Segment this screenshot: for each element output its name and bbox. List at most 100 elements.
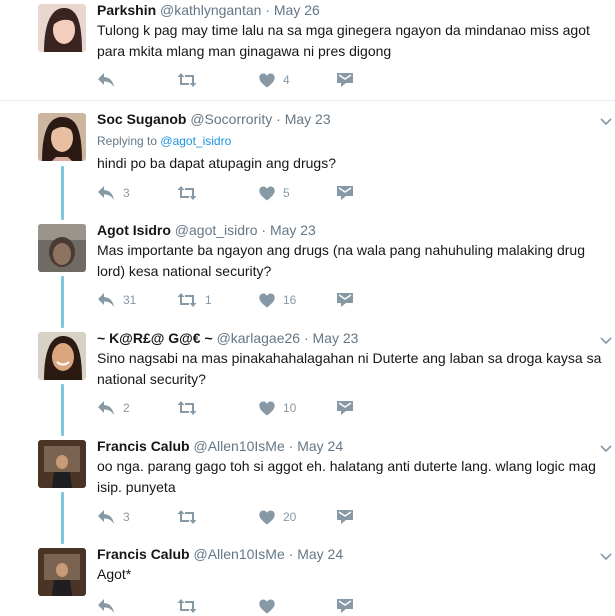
reply-button[interactable] — [97, 70, 123, 90]
display-name[interactable]: Agot Isidro — [97, 222, 171, 238]
tweet-options-button[interactable] — [599, 550, 613, 564]
tweet-date[interactable]: May 23 — [285, 111, 331, 127]
chevron-down-icon — [600, 118, 612, 126]
tweet-text: Tulong k pag may time lalu na sa mga gin… — [97, 22, 590, 59]
separator-dot: · — [303, 330, 309, 346]
tweet: ~ K@R£@ G@€ ~ @karlagae26 · May 23 Sino … — [0, 326, 615, 434]
reply-button[interactable]: 3 — [97, 507, 130, 527]
display-name[interactable]: Soc Suganob — [97, 111, 186, 127]
chevron-down-icon — [600, 553, 612, 561]
tweet-actions: 2 10 — [97, 398, 377, 418]
reply-icon — [98, 401, 114, 415]
like-button[interactable]: 10 — [259, 398, 296, 418]
direct-message-button[interactable] — [337, 398, 361, 418]
user-handle[interactable]: @Allen10IsMe — [193, 438, 284, 454]
tweet-actions — [97, 596, 377, 616]
user-handle[interactable]: @agot_isidro — [175, 222, 258, 238]
heart-icon — [259, 73, 275, 87]
reply-count: 3 — [123, 510, 130, 524]
heart-icon — [259, 293, 275, 307]
like-button[interactable]: 4 — [259, 70, 290, 90]
retweet-count: 1 — [205, 293, 212, 307]
separator-dot: · — [288, 438, 294, 454]
like-count: 20 — [283, 510, 297, 524]
retweet-button[interactable] — [177, 183, 205, 203]
replying-to-label: Replying to — [97, 134, 158, 148]
tweet-text: hindi po ba dapat atupagin ang drugs? — [97, 155, 336, 171]
reply-icon — [98, 186, 114, 200]
direct-message-button[interactable] — [337, 290, 361, 310]
direct-message-icon — [337, 509, 353, 524]
user-handle[interactable]: @Allen10IsMe — [193, 546, 284, 562]
tweet-options-button[interactable] — [599, 442, 613, 456]
chevron-down-icon — [600, 445, 612, 453]
tweet-actions: 3 5 — [97, 183, 377, 203]
tweet-date[interactable]: May 26 — [274, 2, 320, 18]
retweet-icon — [177, 401, 197, 415]
tweet: Agot Isidro @agot_isidro · May 23 Mas im… — [0, 218, 615, 326]
user-handle[interactable]: @kathlyngantan — [160, 2, 261, 18]
like-button[interactable]: 16 — [259, 290, 296, 310]
like-button[interactable]: 5 — [259, 183, 290, 203]
reply-button[interactable]: 3 — [97, 183, 130, 203]
tweet-date[interactable]: May 24 — [297, 546, 343, 562]
display-name[interactable]: Parkshin — [97, 2, 156, 18]
direct-message-button[interactable] — [337, 507, 361, 527]
reply-button[interactable] — [97, 596, 123, 616]
tweet: Soc Suganob @Socorrority · May 23 Replyi… — [0, 101, 615, 218]
retweet-icon — [177, 293, 197, 307]
avatar[interactable] — [38, 440, 86, 488]
tweet-date[interactable]: May 24 — [297, 438, 343, 454]
retweet-button[interactable] — [177, 398, 205, 418]
user-handle[interactable]: @Socorrority — [190, 111, 272, 127]
tweet-date[interactable]: May 23 — [270, 222, 316, 238]
like-count: 10 — [283, 401, 297, 415]
heart-icon — [259, 599, 275, 613]
direct-message-button[interactable] — [337, 183, 361, 203]
reply-button[interactable]: 31 — [97, 290, 136, 310]
tweet-options-button[interactable] — [599, 334, 613, 348]
avatar[interactable] — [38, 332, 86, 380]
direct-message-button[interactable] — [337, 70, 361, 90]
display-name[interactable]: Francis Calub — [97, 438, 190, 454]
tweet-text: oo nga. parang gago toh si aggot eh. hal… — [97, 458, 596, 495]
direct-message-icon — [337, 72, 353, 87]
tweet-actions: 4 — [97, 70, 377, 90]
retweet-button[interactable] — [177, 70, 205, 90]
retweet-button[interactable] — [177, 507, 205, 527]
like-button[interactable]: 20 — [259, 507, 296, 527]
like-button[interactable] — [259, 596, 283, 616]
like-count: 5 — [283, 186, 290, 200]
separator-dot: · — [265, 2, 270, 18]
direct-message-icon — [337, 292, 353, 307]
avatar[interactable] — [38, 548, 86, 596]
replying-to: Replying to @agot_isidro — [97, 134, 231, 148]
reply-button[interactable]: 2 — [97, 398, 130, 418]
retweet-button[interactable] — [177, 596, 205, 616]
avatar[interactable] — [38, 4, 86, 52]
tweet-options-button[interactable] — [599, 115, 613, 129]
tweet: Parkshin @kathlyngantan · May 26 Tulong … — [0, 0, 615, 100]
tweet-actions: 3 20 — [97, 507, 377, 527]
reply-count: 2 — [123, 401, 130, 415]
separator-dot: · — [261, 222, 267, 238]
tweet-actions: 31 1 16 — [97, 290, 377, 310]
avatar[interactable] — [38, 113, 86, 161]
direct-message-button[interactable] — [337, 596, 361, 616]
avatar[interactable] — [38, 224, 86, 272]
reply-count: 31 — [123, 293, 137, 307]
reply-icon — [98, 510, 114, 524]
reply-icon — [98, 73, 114, 87]
user-handle[interactable]: @karlagae26 — [217, 330, 301, 346]
direct-message-icon — [337, 185, 353, 200]
tweet-text: Sino nagsabi na mas pinakahahalagahan ni… — [97, 350, 602, 387]
heart-icon — [259, 510, 275, 524]
tweet: Francis Calub @Allen10IsMe · May 24 Agot… — [0, 542, 615, 613]
replying-to-handle-link[interactable]: @agot_isidro — [160, 134, 231, 148]
reply-count: 3 — [123, 186, 130, 200]
retweet-button[interactable]: 1 — [177, 290, 212, 310]
display-name[interactable]: ~ K@R£@ G@€ ~ — [97, 330, 213, 346]
tweet-date[interactable]: May 23 — [313, 330, 359, 346]
like-count: 4 — [283, 73, 290, 87]
display-name[interactable]: Francis Calub — [97, 546, 190, 562]
